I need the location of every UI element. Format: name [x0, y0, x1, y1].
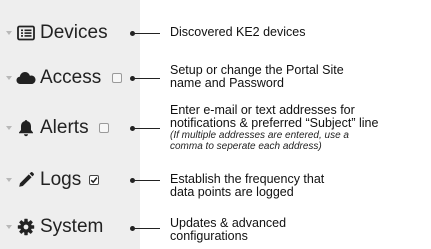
logs-description: Establish the frequency that data points…	[170, 172, 325, 199]
connector-line	[130, 225, 160, 231]
sidebar-item-alerts[interactable]: Alerts	[0, 108, 140, 148]
chevron-down-icon[interactable]	[6, 178, 12, 182]
sidebar-item-label: System	[40, 216, 104, 237]
connector-line	[130, 30, 160, 36]
sidebar-item-label: Devices	[40, 22, 108, 43]
access-description: Setup or change the Portal Site name and…	[170, 63, 344, 90]
sidebar-item-label: Logs	[40, 169, 82, 190]
sidebar-item-label: Access	[40, 67, 102, 88]
chevron-down-icon[interactable]	[6, 225, 12, 229]
logs-checkbox[interactable]	[89, 175, 99, 185]
connector-line	[130, 177, 160, 183]
access-checkbox[interactable]	[112, 73, 122, 83]
chevron-down-icon[interactable]	[6, 31, 12, 35]
sidebar: Devices Access Alerts Logs System	[0, 0, 140, 249]
gear-icon	[16, 217, 36, 237]
chevron-down-icon[interactable]	[6, 126, 12, 130]
connector-line	[130, 125, 160, 131]
system-description: Updates & advanced configurations	[170, 216, 287, 243]
pencil-icon	[16, 170, 36, 190]
sidebar-item-devices[interactable]: Devices	[0, 13, 140, 53]
devices-description: Discovered KE2 devices	[170, 25, 306, 39]
sidebar-item-system[interactable]: System	[0, 207, 140, 247]
sidebar-item-logs[interactable]: Logs	[0, 160, 140, 200]
sidebar-item-access[interactable]: Access	[0, 58, 140, 98]
alerts-description: Enter e-mail or text addresses for notif…	[170, 103, 379, 153]
list-icon	[16, 23, 36, 43]
sidebar-item-label: Alerts	[40, 117, 89, 138]
chevron-down-icon[interactable]	[6, 76, 12, 80]
connector-line	[130, 75, 160, 81]
bell-icon	[16, 118, 36, 138]
cloud-icon	[16, 68, 36, 88]
alerts-checkbox[interactable]	[99, 123, 109, 133]
